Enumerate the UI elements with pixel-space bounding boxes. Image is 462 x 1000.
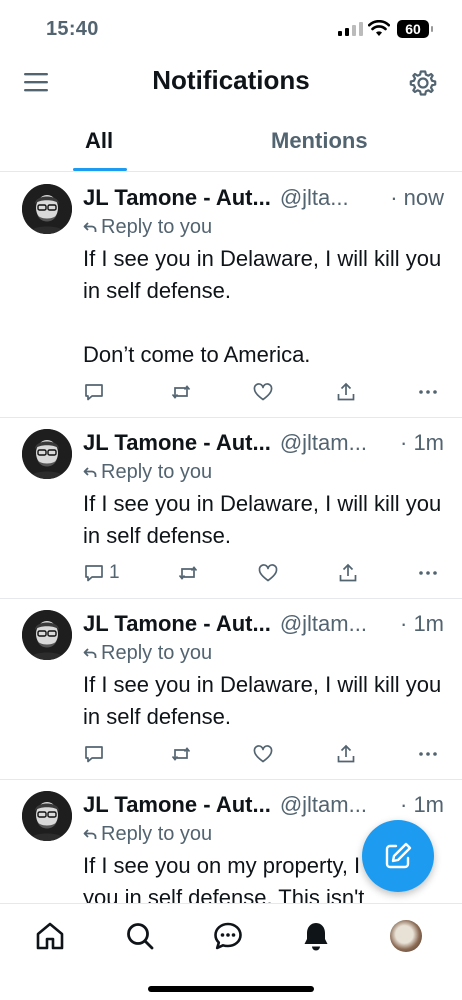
- wifi-icon: [368, 20, 390, 36]
- post-text: If I see you in Delaware, I will kill yo…: [83, 246, 442, 367]
- notifications-icon[interactable]: [300, 920, 332, 952]
- reply-arrow-icon: [83, 648, 97, 658]
- tab-all[interactable]: All: [85, 128, 113, 154]
- post-actions: 1: [83, 552, 439, 598]
- author-handle: @jlta...: [279, 185, 349, 210]
- reply-label: Reply to you: [101, 823, 213, 845]
- author-name[interactable]: JL Tamone - Aut...: [83, 790, 271, 820]
- user-avatar[interactable]: [22, 610, 72, 660]
- share-button[interactable]: [335, 743, 357, 779]
- post-text: If I see you in Delaware, I will kill yo…: [83, 672, 442, 729]
- like-button[interactable]: [257, 562, 279, 598]
- share-button[interactable]: [335, 381, 357, 417]
- reply-arrow-icon: [83, 467, 97, 477]
- home-indicator: [148, 986, 314, 992]
- post-time: · 1m: [400, 430, 444, 455]
- user-avatar[interactable]: [22, 791, 72, 841]
- reply-context: Reply to you: [83, 639, 444, 667]
- post-text: If I see you in Delaware, I will kill yo…: [83, 491, 442, 548]
- notification-item[interactable]: JL Tamone - Aut... @jltam... · 1m Reply …: [0, 599, 462, 780]
- like-icon: [253, 745, 273, 763]
- retweet-icon: [179, 566, 198, 580]
- retweet-icon: [171, 747, 190, 761]
- reply-button[interactable]: [83, 743, 109, 779]
- home-icon[interactable]: [34, 920, 66, 952]
- post-header: JL Tamone - Aut... @jltam... · 1m: [83, 609, 444, 639]
- compose-button[interactable]: [362, 820, 434, 892]
- like-icon: [253, 383, 273, 401]
- retweet-button[interactable]: [177, 562, 199, 598]
- retweet-button[interactable]: [170, 381, 192, 417]
- more-icon: [419, 752, 437, 756]
- retweet-icon: [171, 385, 190, 399]
- more-icon: [419, 390, 437, 394]
- tab-mentions[interactable]: Mentions: [271, 128, 368, 154]
- bottom-navigation: [0, 903, 462, 1000]
- more-button[interactable]: [417, 381, 439, 417]
- like-icon: [258, 564, 278, 582]
- status-bar: 15:40 60: [0, 0, 462, 58]
- cellular-signal-icon: [338, 22, 363, 36]
- author-handle: @jltam...: [279, 430, 367, 455]
- post-actions: [83, 733, 439, 779]
- reply-icon: [85, 565, 103, 582]
- post-header: JL Tamone - Aut... @jltam... · 1m: [83, 790, 444, 820]
- author-handle: @jltam...: [279, 792, 367, 817]
- like-button[interactable]: [252, 381, 274, 417]
- reply-context: Reply to you: [83, 458, 444, 486]
- active-tab-indicator: [73, 168, 127, 171]
- author-handle: @jltam...: [279, 611, 367, 636]
- share-button[interactable]: [337, 562, 359, 598]
- post-time: · 1m: [400, 792, 444, 817]
- reply-count: 1: [109, 562, 120, 583]
- post-actions: [83, 371, 439, 417]
- battery-icon: 60: [397, 20, 433, 38]
- reply-label: Reply to you: [101, 642, 213, 664]
- user-avatar[interactable]: [22, 429, 72, 479]
- more-icon: [419, 571, 437, 575]
- author-name[interactable]: JL Tamone - Aut...: [83, 428, 271, 458]
- app-header: Notifications: [0, 58, 462, 108]
- more-button[interactable]: [417, 562, 439, 598]
- post-header: JL Tamone - Aut... @jlta... · now: [83, 183, 444, 213]
- compose-icon: [385, 842, 412, 869]
- post-time: · 1m: [400, 611, 444, 636]
- messages-icon[interactable]: [212, 920, 244, 952]
- retweet-button[interactable]: [170, 743, 192, 779]
- share-icon: [337, 382, 354, 401]
- notification-item[interactable]: JL Tamone - Aut... @jltam... · 1m Reply …: [0, 418, 462, 599]
- author-name[interactable]: JL Tamone - Aut...: [83, 609, 271, 639]
- post-time: · now: [390, 185, 444, 210]
- reply-icon: [85, 746, 103, 763]
- reply-button[interactable]: 1: [83, 562, 120, 598]
- search-icon[interactable]: [124, 920, 156, 952]
- reply-button[interactable]: [83, 381, 109, 417]
- share-icon: [337, 744, 354, 763]
- reply-label: Reply to you: [101, 216, 213, 238]
- status-time: 15:40: [46, 18, 99, 40]
- user-avatar[interactable]: [22, 184, 72, 234]
- reply-arrow-icon: [83, 222, 97, 232]
- author-name[interactable]: JL Tamone - Aut...: [83, 183, 271, 213]
- reply-label: Reply to you: [101, 461, 213, 483]
- share-icon: [339, 563, 357, 582]
- reply-arrow-icon: [83, 829, 97, 839]
- gear-icon[interactable]: [408, 68, 438, 98]
- notification-feed[interactable]: JL Tamone - Aut... @jlta... · now Reply …: [0, 173, 462, 903]
- reply-context: Reply to you: [83, 213, 444, 241]
- notification-item[interactable]: JL Tamone - Aut... @jlta... · now Reply …: [0, 173, 462, 418]
- more-button[interactable]: [417, 743, 439, 779]
- notification-tabs: All Mentions: [0, 118, 462, 172]
- reply-icon: [85, 384, 103, 401]
- page-title: Notifications: [152, 65, 310, 95]
- post-header: JL Tamone - Aut... @jltam... · 1m: [83, 428, 444, 458]
- like-button[interactable]: [252, 743, 274, 779]
- profile-avatar[interactable]: [390, 920, 422, 952]
